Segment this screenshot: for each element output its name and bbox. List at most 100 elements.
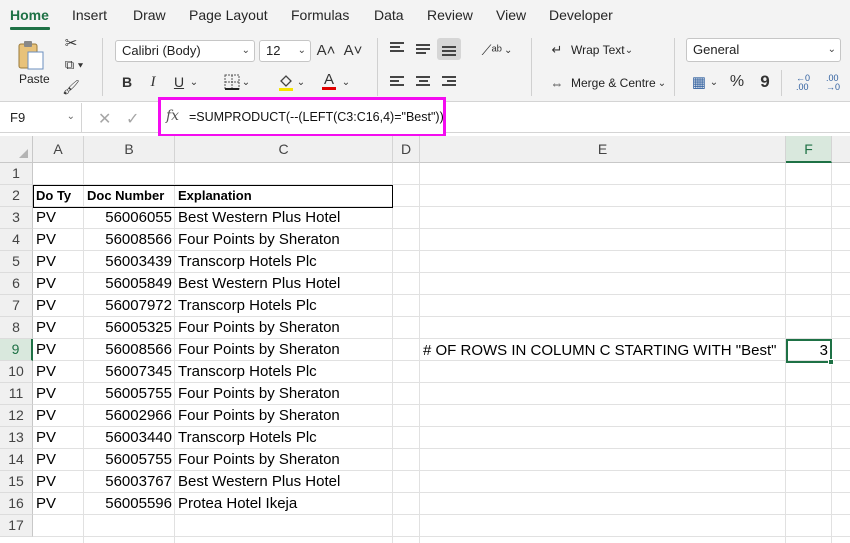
tab-draw[interactable]: Draw [133,7,166,23]
table-cell[interactable]: 56007345 [87,361,172,383]
table-cell[interactable]: Four Points by Sheraton [178,229,390,251]
table-cell[interactable]: PV [36,251,81,273]
underline-button[interactable]: U [169,72,189,92]
table-cell[interactable]: 56008566 [87,229,172,251]
currency-icon[interactable]: ▦ [690,72,708,92]
table-cell[interactable]: PV [36,449,81,471]
column-header-d[interactable]: D [393,136,420,163]
column-header-next[interactable] [832,136,850,163]
table-cell[interactable]: PV [36,405,81,427]
table-cell[interactable]: 56005596 [87,493,172,515]
fill-color-button[interactable]: ⌄ [276,72,306,92]
shrink-font-button[interactable]: A˅ [343,40,363,60]
merge-icon[interactable]: ⇔ [548,74,566,92]
table-cell[interactable]: PV [36,383,81,405]
table-cell[interactable]: Four Points by Sheraton [178,317,390,339]
formula-input[interactable]: =SUMPRODUCT(--(LEFT(C3:C16,4)="Best")) [189,110,444,124]
row-header-3[interactable]: 3 [0,207,33,229]
table-cell[interactable]: Best Western Plus Hotel [178,207,390,229]
table-cell[interactable]: PV [36,207,81,229]
table-cell[interactable]: 56008566 [87,339,172,361]
chevron-down-icon[interactable]: ⌄ [656,74,668,92]
tab-view[interactable]: View [496,7,526,23]
table-cell[interactable]: PV [36,317,81,339]
table-cell[interactable]: 56005849 [87,273,172,295]
align-top-icon[interactable] [390,42,404,54]
table-cell[interactable]: Four Points by Sheraton [178,383,390,405]
italic-button[interactable]: I [143,72,163,92]
column-header-f[interactable]: F [786,136,832,163]
grow-font-button[interactable]: A˄ [316,40,336,60]
table-cell[interactable]: PV [36,361,81,383]
table-cell[interactable]: Four Points by Sheraton [178,449,390,471]
row-header-17[interactable]: 17 [0,515,33,537]
table-cell[interactable]: 56005755 [87,449,172,471]
font-name-combo[interactable]: Calibri (Body) ⌄ [115,40,255,62]
column-header-a[interactable]: A [33,136,84,163]
row-header-11[interactable]: 11 [0,383,33,405]
font-size-combo[interactable]: 12 ⌄ [259,40,311,62]
chevron-down-icon[interactable]: ⌄ [188,72,200,92]
table-cell[interactable]: PV [36,273,81,295]
table-cell[interactable]: Protea Hotel Ikeja [178,493,390,515]
table-cell[interactable]: PV [36,427,81,449]
row-header-8[interactable]: 8 [0,317,33,339]
tab-page-layout[interactable]: Page Layout [189,7,268,23]
table-cell[interactable]: PV [36,339,81,361]
align-middle-icon[interactable] [416,44,430,56]
column-header-c[interactable]: C [175,136,393,163]
merge-centre-button[interactable]: Merge & Centre [571,76,656,90]
active-cell-f9[interactable] [786,339,832,363]
name-box[interactable]: F9 ⌄ [0,103,82,133]
table-cell[interactable]: Four Points by Sheraton [178,405,390,427]
table-cell[interactable]: Best Western Plus Hotel [178,273,390,295]
comma-style-button[interactable]: 9 [756,72,774,92]
row-header-4[interactable]: 4 [0,229,33,251]
decrease-decimal-icon[interactable]: .00 →0 [822,72,844,94]
row-header-15[interactable]: 15 [0,471,33,493]
table-cell[interactable]: 56003767 [87,471,172,493]
fx-icon[interactable]: fx [166,108,179,124]
row-header-10[interactable]: 10 [0,361,33,383]
paste-button[interactable] [14,38,48,72]
table-cell[interactable]: PV [36,295,81,317]
chevron-down-icon[interactable]: ⌄ [708,72,720,92]
row-header-14[interactable]: 14 [0,449,33,471]
tab-review[interactable]: Review [427,7,473,23]
tab-formulas[interactable]: Formulas [291,7,349,23]
bold-button[interactable]: B [117,72,137,92]
row-header-16[interactable]: 16 [0,493,33,515]
table-cell[interactable]: Transcorp Hotels Plc [178,361,390,383]
table-cell[interactable]: 56006055 [87,207,172,229]
table-cell[interactable]: 56003439 [87,251,172,273]
select-all-corner[interactable] [0,136,33,163]
table-cell[interactable]: 56002966 [87,405,172,427]
table-cell[interactable]: Best Western Plus Hotel [178,471,390,493]
percent-button[interactable]: % [727,72,747,92]
format-painter-icon[interactable]: 🖌 [62,78,80,96]
column-header-b[interactable]: B [84,136,175,163]
align-right-icon[interactable] [442,76,456,88]
chevron-down-icon[interactable]: ⌄ [340,72,352,92]
table-cell[interactable]: Transcorp Hotels Plc [178,251,390,273]
table-cell[interactable]: Transcorp Hotels Plc [178,295,390,317]
cut-icon[interactable]: ✂ [62,34,80,52]
fill-handle[interactable] [828,359,834,365]
tab-home[interactable]: Home [10,7,49,23]
table-cell[interactable]: PV [36,493,81,515]
row-header-9[interactable]: 9 [0,339,33,361]
table-cell[interactable]: PV [36,471,81,493]
number-format-combo[interactable]: General ⌄ [686,38,841,62]
row-header-5[interactable]: 5 [0,251,33,273]
chevron-down-icon[interactable]: ⌄ [623,41,635,59]
tab-developer[interactable]: Developer [549,7,613,23]
align-bottom-button[interactable] [437,38,461,60]
increase-decimal-icon[interactable]: ←0.00 [792,72,814,94]
align-left-icon[interactable] [390,76,404,88]
row-header-2[interactable]: 2 [0,185,33,207]
table-cell[interactable]: 56007972 [87,295,172,317]
wrap-text-icon[interactable]: ↵ [548,41,566,59]
row-header-7[interactable]: 7 [0,295,33,317]
copy-icon[interactable]: ⧉ ▾ [62,56,86,74]
table-cell[interactable]: Four Points by Sheraton [178,339,390,361]
